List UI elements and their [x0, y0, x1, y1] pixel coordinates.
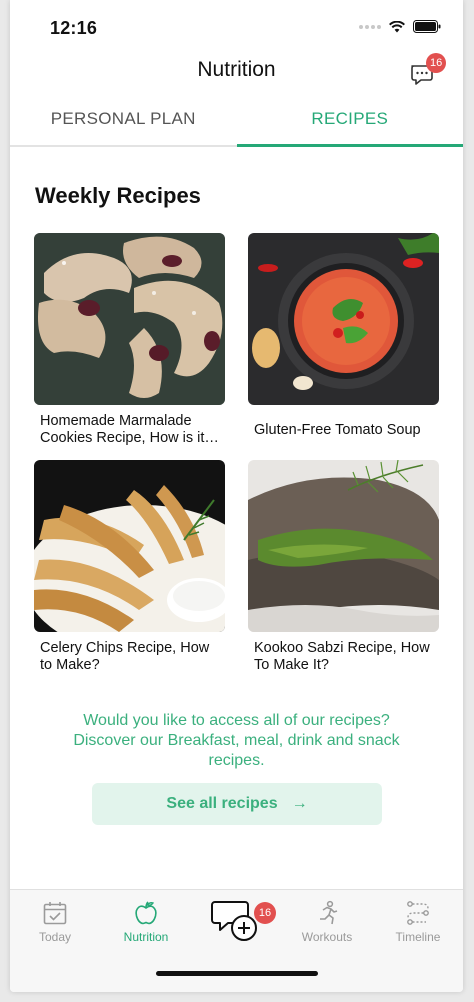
recipe-card[interactable]: Gluten-Free Tomato Soup: [248, 233, 439, 447]
timeline-icon: [407, 901, 429, 925]
nav-item-timeline[interactable]: Timeline: [373, 900, 463, 944]
section-title: Weekly Recipes: [35, 183, 201, 208]
battery-icon: [413, 20, 441, 33]
tab-personal-plan[interactable]: PERSONAL PLAN: [10, 96, 237, 145]
calendar-check-icon: [43, 902, 67, 925]
tab-bar: PERSONAL PLAN RECIPES: [10, 96, 463, 147]
recipe-title: Kookoo Sabzi Recipe, How To Make It?: [254, 640, 430, 673]
recipe-title: Homemade Marmalade Cookies Recipe, How i…: [40, 413, 219, 446]
recipe-image-marmalade-cookies: [34, 233, 225, 405]
recipe-card[interactable]: Kookoo Sabzi Recipe, How To Make It?: [248, 460, 439, 674]
home-indicator: [156, 971, 318, 976]
tab-recipes[interactable]: RECIPES: [236, 96, 464, 147]
nav-label: Nutrition: [123, 930, 169, 944]
recipe-title: Gluten-Free Tomato Soup: [254, 422, 421, 438]
nav-label: Today: [38, 930, 72, 944]
see-all-recipes-button[interactable]: See all recipes →: [92, 783, 382, 825]
apple-icon: [135, 901, 157, 925]
arrow-right-icon: →: [291, 795, 308, 812]
nav-item-today[interactable]: Today: [10, 900, 100, 944]
chat-button[interactable]: 16: [409, 53, 447, 88]
chat-add-icon: [211, 901, 257, 941]
center-notification-badge: 16: [254, 902, 276, 924]
see-all-recipes-label: See all recipes: [166, 795, 278, 812]
nav-label: Timeline: [395, 930, 441, 944]
status-icons: [359, 20, 441, 33]
nav-item-workouts[interactable]: Workouts: [282, 900, 372, 944]
add-log-button[interactable]: 16: [210, 896, 276, 948]
recipe-image-celery-chips: [34, 460, 225, 632]
nav-item-nutrition[interactable]: Nutrition: [101, 900, 191, 944]
recipe-image-tomato-soup: [248, 233, 439, 405]
wifi-icon: [389, 20, 405, 32]
status-bar: 12:16: [10, 0, 463, 48]
cellular-signal-icon: [359, 24, 381, 29]
device-frame: 12:16 Nutrition 16 PERSONAL PLAN RECIPES…: [0, 0, 474, 1002]
recipe-card[interactable]: Celery Chips Recipe, How to Make?: [34, 460, 225, 674]
app-header: Nutrition 16: [10, 48, 463, 96]
recipe-card[interactable]: Homemade Marmalade Cookies Recipe, How i…: [34, 233, 225, 447]
nav-label: Workouts: [301, 930, 353, 944]
page-title: Nutrition: [197, 58, 276, 81]
status-time: 12:16: [50, 18, 98, 38]
recipe-title: Celery Chips Recipe, How to Make?: [40, 640, 210, 673]
bottom-navigation: Today Nutrition 16 Workouts Timeline: [10, 889, 463, 992]
recipe-image-kookoo-sabzi: [248, 460, 439, 632]
running-person-icon: [320, 900, 338, 925]
app-screen: 12:16 Nutrition 16 PERSONAL PLAN RECIPES…: [10, 0, 463, 992]
promo-text: Would you like to access all of our reci…: [73, 712, 400, 769]
